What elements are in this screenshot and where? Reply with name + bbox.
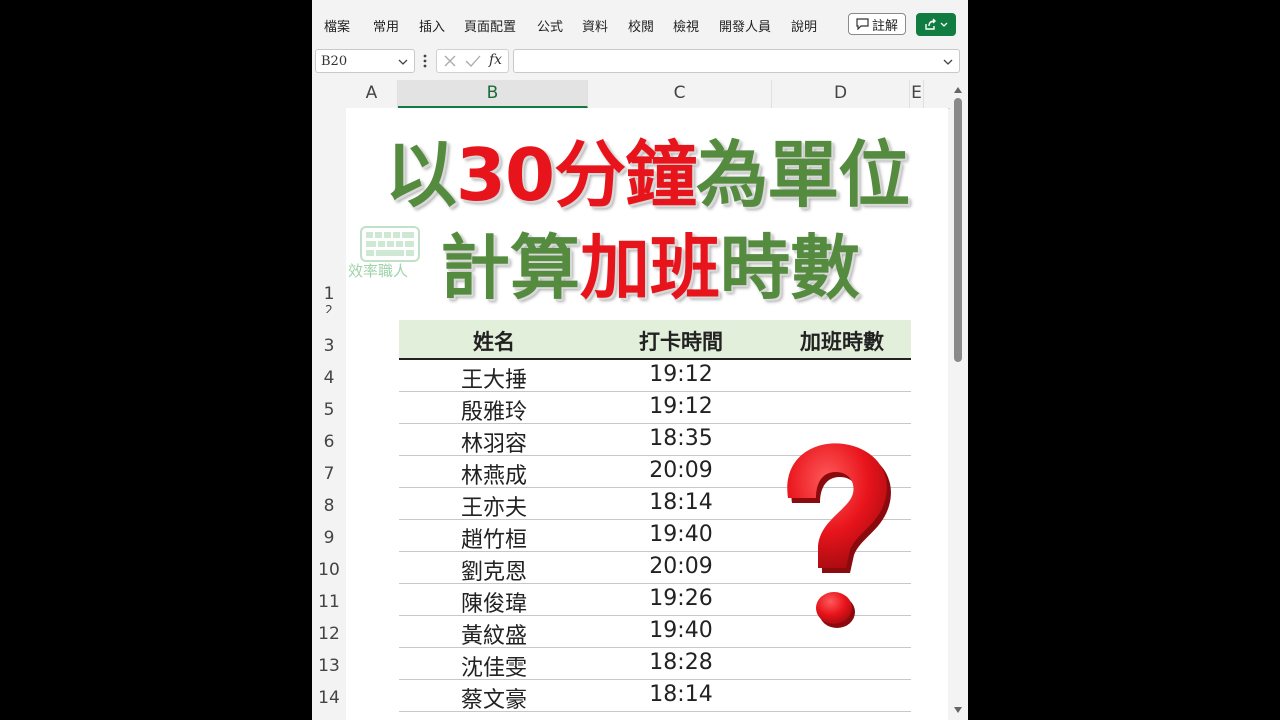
punch-time-cell[interactable]: 20:09 <box>589 554 773 579</box>
name-cell[interactable]: 沈佳雯 <box>399 650 589 682</box>
tab-help[interactable]: 說明 <box>791 16 817 35</box>
punch-time-cell[interactable]: 18:28 <box>589 650 773 675</box>
scroll-down-icon[interactable] <box>954 706 962 714</box>
name-cell[interactable]: 劉克恩 <box>399 554 589 586</box>
name-cell[interactable]: 殷雅玲 <box>399 394 589 426</box>
table-row: 殷雅玲 19:12 <box>399 392 911 426</box>
punch-time-cell[interactable]: 19:26 <box>589 586 773 611</box>
tab-review[interactable]: 校閱 <box>628 16 654 35</box>
row-header-3[interactable]: 3 <box>312 336 346 356</box>
comments-button[interactable]: 註解 <box>848 13 906 35</box>
column-header-c[interactable]: C <box>588 80 772 108</box>
row-header-6[interactable]: 6 <box>312 432 346 452</box>
header-name[interactable]: 姓名 <box>399 326 589 356</box>
cancel-icon[interactable] <box>443 54 457 68</box>
column-headers: A B C D E <box>312 80 952 182</box>
excel-window: 檔案 常用 插入 頁面配置 公式 資料 校閱 檢視 開發人員 說明 註解 B20 <box>312 0 968 720</box>
title-line-1: 以30分鐘為單位 <box>346 116 948 221</box>
name-cell[interactable]: 蔡文豪 <box>399 682 589 714</box>
punch-time-cell[interactable]: 19:12 <box>589 362 773 387</box>
row-header-12[interactable]: 12 <box>312 624 346 644</box>
title-part: 加班 <box>580 227 720 309</box>
title-part: 時數 <box>720 227 860 309</box>
row-header-2[interactable]: 2 <box>312 303 346 313</box>
chevron-down-icon <box>940 22 948 27</box>
tab-formulas[interactable]: 公式 <box>537 16 563 35</box>
chevron-down-icon <box>398 59 408 65</box>
name-cell[interactable]: 林燕成 <box>399 458 589 490</box>
tab-data[interactable]: 資料 <box>582 16 608 35</box>
enter-icon[interactable] <box>465 54 481 68</box>
worksheet-grid[interactable]: 效率職人 以30分鐘為單位 計算加班時數 姓名 打卡時間 加班時數 王大捶 19:… <box>346 108 948 720</box>
share-icon <box>925 18 936 30</box>
name-cell[interactable]: 陳俊瑋 <box>399 586 589 618</box>
punch-time-cell[interactable]: 19:40 <box>589 522 773 547</box>
tab-insert[interactable]: 插入 <box>419 16 445 35</box>
name-cell[interactable]: 王大捶 <box>399 362 589 394</box>
punch-time-cell[interactable]: 18:14 <box>589 490 773 515</box>
more-options-icon[interactable] <box>422 52 428 70</box>
name-box-value: B20 <box>321 54 348 69</box>
name-cell[interactable]: 黃紋盛 <box>399 618 589 650</box>
punch-time-cell[interactable]: 18:14 <box>589 682 773 707</box>
column-header-b[interactable]: B <box>398 80 588 108</box>
row-header-9[interactable]: 9 <box>312 528 346 548</box>
row-header-13[interactable]: 13 <box>312 656 346 676</box>
row-header-5[interactable]: 5 <box>312 400 346 420</box>
title-line-2: 計算加班時數 <box>410 212 890 313</box>
scrollbar-thumb[interactable] <box>954 98 962 362</box>
table-header-row: 姓名 打卡時間 加班時數 <box>399 320 911 360</box>
row-header-7[interactable]: 7 <box>312 464 346 484</box>
row-header-4[interactable]: 4 <box>312 368 346 388</box>
row-header-8[interactable]: 8 <box>312 496 346 516</box>
expand-formula-bar-icon[interactable] <box>943 54 953 70</box>
tab-home[interactable]: 常用 <box>373 16 399 35</box>
tab-developer[interactable]: 開發人員 <box>719 16 771 35</box>
comments-label: 註解 <box>871 18 898 34</box>
name-box[interactable]: B20 <box>315 49 415 73</box>
table-row: 沈佳雯 18:28 <box>399 648 911 682</box>
formula-tools: fx <box>436 49 509 73</box>
title-part: 以 <box>384 133 457 217</box>
column-header-d[interactable]: D <box>772 80 910 108</box>
table-row: 蔡文豪 18:14 <box>399 680 911 714</box>
header-punch-time[interactable]: 打卡時間 <box>589 326 773 356</box>
table-row: 王大捶 19:12 <box>399 360 911 394</box>
tab-page-layout[interactable]: 頁面配置 <box>464 16 516 35</box>
tab-view[interactable]: 檢視 <box>673 16 699 35</box>
name-cell[interactable]: 王亦夫 <box>399 490 589 522</box>
punch-time-cell[interactable]: 20:09 <box>589 458 773 483</box>
row-header-1[interactable]: 1 <box>312 284 346 304</box>
watermark-text: 效率職人 <box>348 262 409 280</box>
header-overtime-hours[interactable]: 加班時數 <box>773 326 911 356</box>
insert-function-icon[interactable]: fx <box>489 52 502 68</box>
formula-input[interactable] <box>513 49 960 73</box>
title-part: 30分 <box>455 133 626 217</box>
vertical-scrollbar[interactable] <box>950 86 966 720</box>
row-header-11[interactable]: 11 <box>312 592 346 612</box>
comment-icon <box>856 18 869 30</box>
title-part: 計算 <box>440 227 580 309</box>
title-part: 為單位 <box>696 133 910 217</box>
column-header-e[interactable]: E <box>910 80 924 108</box>
name-cell[interactable]: 趙竹桓 <box>399 522 589 554</box>
name-cell[interactable]: 林羽容 <box>399 426 589 458</box>
row-headers: 1 2 3 4 5 6 7 8 9 10 11 12 13 14 <box>312 108 346 720</box>
title-part: 鐘 <box>625 133 697 217</box>
punch-time-cell[interactable]: 19:40 <box>589 618 773 643</box>
tab-file[interactable]: 檔案 <box>324 16 350 35</box>
punch-time-cell[interactable]: 18:35 <box>589 426 773 451</box>
question-mark-icon <box>787 443 891 628</box>
row-header-14[interactable]: 14 <box>312 688 346 708</box>
share-button[interactable] <box>916 13 956 36</box>
ribbon-tabs: 檔案 常用 插入 頁面配置 公式 資料 校閱 檢視 開發人員 說明 註解 <box>312 0 968 48</box>
row-header-10[interactable]: 10 <box>312 560 346 580</box>
column-header-a[interactable]: A <box>346 80 398 108</box>
scroll-up-icon[interactable] <box>954 86 962 94</box>
punch-time-cell[interactable]: 19:12 <box>589 394 773 419</box>
